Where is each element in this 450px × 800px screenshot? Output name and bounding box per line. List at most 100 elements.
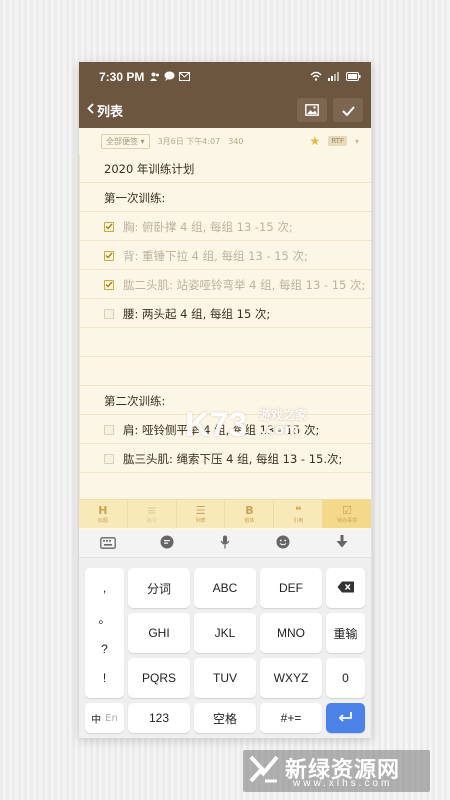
comma-key[interactable]: ,: [103, 581, 106, 595]
chat-bubble-icon: [160, 534, 174, 553]
phone-screen: 7:30 PM 列表 全部便签 ▾ 3月6日 下午4:07 340 ★ RTF …: [79, 62, 371, 738]
bold-button[interactable]: B 粗体: [225, 500, 275, 528]
key-ghi[interactable]: GHI: [128, 613, 190, 653]
checkbox-checked[interactable]: [104, 279, 114, 290]
todo-text: 腰: 两头起 4 组, 每组 15 次;: [123, 306, 271, 321]
checkbox-unchecked[interactable]: [104, 453, 114, 464]
section-heading: 第二次训练:: [104, 393, 166, 408]
punctuation-key-column[interactable]: , 。 ? !: [85, 568, 124, 698]
smiley-icon: [276, 534, 290, 553]
checkbox-icon: ☑: [342, 503, 352, 517]
todo-text: 背: 重锤下拉 4 组, 每组 13 - 15 次;: [123, 248, 308, 263]
section-heading: 第一次训练:: [104, 190, 166, 205]
format-dropdown-icon[interactable]: ▾: [355, 137, 359, 146]
exclaim-key[interactable]: !: [103, 671, 106, 685]
word-count: 340: [228, 136, 244, 146]
battery-icon: [346, 70, 361, 84]
enter-key[interactable]: [326, 703, 365, 733]
lang-zh: 中: [91, 714, 102, 726]
numbered-list-button[interactable]: ≡ 编号: [128, 500, 177, 528]
todo-text: 肩: 哑铃侧平举 4 组, 每组 13 - 15 次;: [123, 422, 320, 437]
todo-item: 肱二头肌: 站姿哑铃弯举 4 组, 每组 13 - 15 次;: [104, 270, 371, 299]
key-wxyz[interactable]: WXYZ: [260, 658, 322, 698]
todo-text: 肱二头肌: 站姿哑铃弯举 4 组, 每组 13 - 15 次;: [123, 277, 366, 292]
key-fenci[interactable]: 分词: [128, 568, 190, 608]
space-key[interactable]: 空格: [194, 703, 256, 733]
checkbox-checked[interactable]: [104, 250, 114, 261]
question-key[interactable]: ?: [101, 642, 108, 656]
keyboard-toolbar: [79, 530, 371, 558]
heading-button[interactable]: H 标题: [79, 500, 128, 528]
signal-icon: [328, 70, 340, 84]
back-label: 列表: [97, 104, 124, 120]
language-switch-key[interactable]: 中 En: [85, 703, 124, 733]
symbol-key[interactable]: #+=: [260, 703, 322, 733]
bold-icon: B: [245, 503, 254, 517]
key-pqrs[interactable]: PQRS: [128, 658, 190, 698]
enter-icon: [338, 711, 353, 725]
list-icon: ☰: [195, 503, 206, 517]
folder-selector[interactable]: 全部便签 ▾: [101, 133, 150, 149]
format-toolbar: H 标题 ≡ 编号 ☰ 列表 B 粗体 ❝ 引用 ☑ 待办事项: [79, 499, 371, 528]
voice-input-button[interactable]: [215, 534, 235, 554]
number-key[interactable]: 123: [128, 703, 190, 733]
bullet-list-button[interactable]: ☰ 列表: [177, 500, 226, 528]
quote-button[interactable]: ❝ 引用: [274, 500, 324, 528]
todo-text: 肱三头肌: 绳索下压 4 组, 每组 13 - 15.次;: [123, 451, 343, 466]
quote-icon: ❝: [294, 503, 302, 517]
chevron-left-icon: [87, 102, 94, 118]
status-bar: 7:30 PM: [79, 62, 371, 92]
star-icon[interactable]: ★: [310, 134, 321, 148]
top-toolbar: 列表: [79, 92, 371, 128]
confirm-button[interactable]: [333, 98, 363, 122]
checkbox-unchecked[interactable]: [104, 308, 114, 319]
backspace-icon: [337, 581, 355, 596]
emoji-button[interactable]: [273, 534, 293, 554]
keyboard-icon: [100, 534, 117, 553]
heading-icon: H: [98, 503, 108, 517]
emoji-text-button[interactable]: [157, 534, 177, 554]
lang-en: En: [105, 712, 118, 724]
site-watermark: 新绿资源网 www.xlhs.com: [243, 750, 430, 792]
todo-text: 胸: 俯卧撑 4 组, 每组 13 -15 次;: [123, 219, 293, 234]
todo-item: 肩: 哑铃侧平举 4 组, 每组 13 - 15 次;: [104, 415, 371, 444]
note-meta-bar: 全部便签 ▾ 3月6日 下午4:07 340 ★ RTF ▾: [79, 128, 371, 154]
period-key[interactable]: 。: [98, 610, 110, 627]
checkbox-unchecked[interactable]: [104, 424, 114, 435]
keyboard-switch-button[interactable]: [98, 534, 118, 554]
mail-icon: [179, 70, 191, 84]
todo-item: 胸: 俯卧撑 4 组, 每组 13 -15 次;: [104, 212, 371, 241]
key-tuv[interactable]: TUV: [194, 658, 256, 698]
key-abc[interactable]: ABC: [194, 568, 256, 608]
insert-image-button[interactable]: [297, 98, 327, 122]
image-icon: [305, 101, 319, 120]
checkbox-checked[interactable]: [104, 221, 114, 232]
numbered-list-icon: ≡: [147, 503, 157, 517]
message-icon: [164, 70, 175, 84]
status-time: 7:30 PM: [99, 70, 145, 84]
hide-keyboard-button[interactable]: [332, 534, 352, 554]
chevron-down-icon: ▾: [140, 136, 145, 146]
soft-keyboard: , 。 ? ! 分词 ABC DEF GHI JKL MNO 重输 PQRS T…: [79, 530, 371, 738]
format-badge[interactable]: RTF: [328, 136, 347, 146]
note-editor[interactable]: 2020 年训练计划 第一次训练: 胸: 俯卧撑 4 组, 每组 13 -15 …: [79, 154, 371, 499]
brand-domain: www.xlhs.com: [293, 778, 393, 789]
key-zero[interactable]: 0: [326, 658, 365, 698]
microphone-icon: [220, 534, 230, 553]
key-jkl[interactable]: JKL: [194, 613, 256, 653]
todo-item: 肱三头肌: 绳索下压 4 组, 每组 13 - 15.次;: [104, 444, 371, 473]
folder-label: 全部便签: [106, 136, 138, 146]
back-button[interactable]: 列表: [87, 101, 123, 120]
backspace-key[interactable]: [326, 568, 365, 608]
todo-button[interactable]: ☑ 待办事项: [323, 500, 371, 528]
key-def[interactable]: DEF: [260, 568, 322, 608]
wifi-icon: [310, 70, 322, 84]
contacts-icon: [150, 70, 160, 84]
note-date: 3月6日 下午4:07: [157, 136, 221, 146]
key-mno[interactable]: MNO: [260, 613, 322, 653]
arrow-down-icon: [336, 534, 348, 553]
todo-item: 腰: 两头起 4 组, 每组 15 次;: [104, 299, 371, 328]
todo-item: 背: 重锤下拉 4 组, 每组 13 - 15 次;: [104, 241, 371, 270]
check-icon: [341, 101, 355, 120]
reinput-key[interactable]: 重输: [326, 613, 365, 653]
